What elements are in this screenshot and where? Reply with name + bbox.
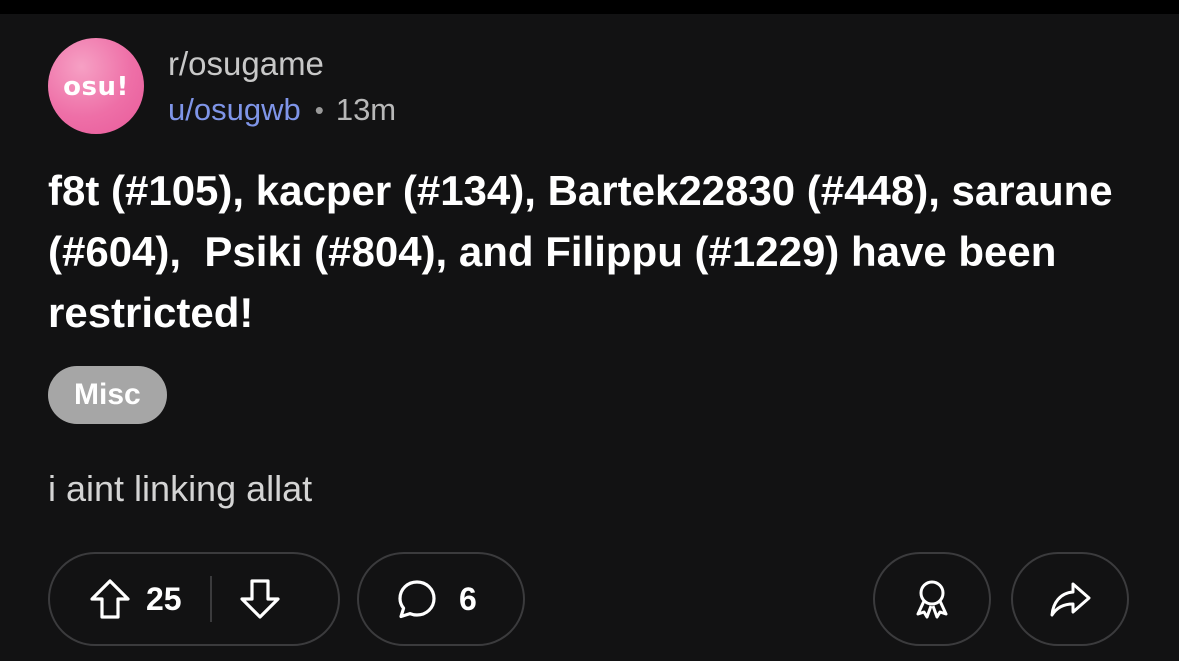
comment-count: 6	[459, 580, 477, 617]
arrow-up-icon[interactable]	[88, 577, 132, 621]
post-flair[interactable]: Misc	[48, 366, 167, 424]
arrow-down-icon[interactable]	[238, 577, 282, 621]
share-arrow-icon	[1047, 576, 1093, 622]
comments-button[interactable]: 6	[357, 552, 525, 646]
share-button[interactable]	[1011, 552, 1129, 646]
vote-score: 25	[146, 580, 182, 617]
post-title[interactable]: f8t (#105), kacper (#134), Bartek22830 (…	[48, 160, 1138, 343]
osu-logo-text: osu!	[63, 72, 129, 102]
speech-bubble-icon	[395, 577, 439, 621]
post-timestamp: 13m	[335, 92, 397, 127]
post-body: i aint linking allat	[48, 468, 313, 509]
subreddit-name[interactable]: r/osugame	[168, 44, 324, 84]
meta-separator: •	[314, 95, 324, 125]
author-username[interactable]: u/osugwb	[168, 90, 301, 130]
subreddit-avatar[interactable]: osu!	[48, 38, 144, 134]
award-button[interactable]	[873, 552, 991, 646]
vote-bar: 25	[48, 552, 340, 646]
award-ribbon-icon	[909, 576, 955, 622]
post-meta: u/osugwb • 13m	[168, 90, 396, 130]
top-edge-bar	[0, 0, 1179, 14]
vote-divider	[209, 576, 212, 622]
